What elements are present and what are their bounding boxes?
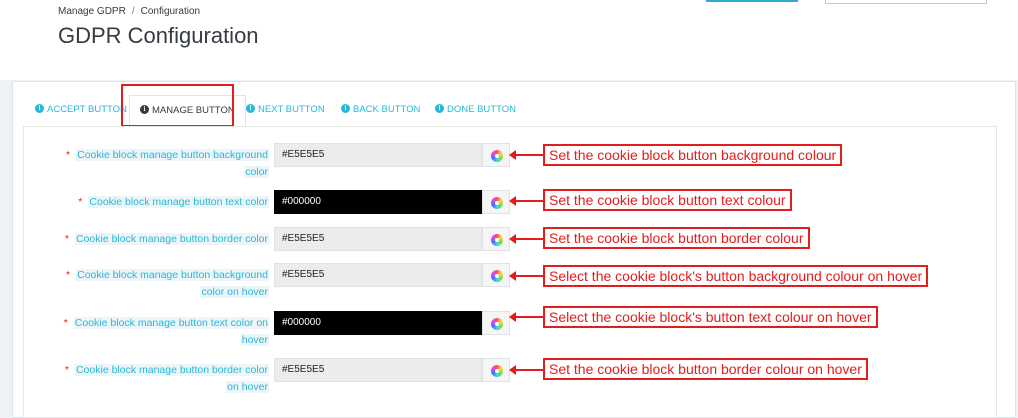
color-wheel-icon <box>491 365 503 377</box>
annotation-box: Select the cookie block's button backgro… <box>543 265 929 287</box>
annotation-box: Select the cookie block's button text co… <box>543 306 878 328</box>
color-wheel-icon <box>491 270 503 282</box>
annotation-arrow <box>509 312 543 322</box>
info-icon: i <box>341 103 350 113</box>
tab-label: DONE BUTTON <box>447 104 516 115</box>
required-marker: * <box>64 233 69 245</box>
breadcrumb-separator: / <box>131 6 135 17</box>
color-picker-button[interactable] <box>482 263 510 287</box>
required-marker: * <box>78 196 83 208</box>
annotation-arrow <box>509 365 543 375</box>
required-marker: * <box>66 149 71 161</box>
field-label-border-color-hover: * Cookie block manage button border color… <box>64 364 269 393</box>
tab-back-button[interactable]: i BACK BUTTON <box>341 97 420 125</box>
tab-next-button[interactable]: i NEXT BUTTON <box>246 97 325 125</box>
field-label-text-color: * Cookie block manage button text color <box>78 196 269 208</box>
background-color-hover-input[interactable]: #E5E5E5 <box>274 263 482 287</box>
tab-label: BACK BUTTON <box>353 104 421 115</box>
border-color-hover-input[interactable]: #E5E5E5 <box>274 358 482 382</box>
text-color-hover-input[interactable]: #000000 <box>274 311 482 335</box>
field-label-background-color-hover: * Cookie block manage button background c… <box>66 269 269 298</box>
required-marker: * <box>66 269 71 281</box>
required-marker: * <box>63 317 68 329</box>
page-title: GDPR Configuration <box>58 23 259 48</box>
tab-done-button[interactable]: i DONE BUTTON <box>435 97 516 125</box>
color-picker-button[interactable] <box>482 190 510 214</box>
color-picker-button[interactable] <box>482 358 510 382</box>
background-color-input[interactable]: #E5E5E5 <box>274 143 482 167</box>
color-picker-button[interactable] <box>482 311 510 335</box>
field-label-text-color-hover: * Cookie block manage button text color o… <box>63 317 269 346</box>
breadcrumb-current: Configuration <box>140 6 201 17</box>
annotation-arrow <box>509 150 543 160</box>
annotation-box: Set the cookie block button border colou… <box>543 227 810 249</box>
color-wheel-icon <box>491 197 503 209</box>
annotation-box: Set the cookie block button background c… <box>543 144 843 166</box>
annotation-arrow <box>509 271 543 281</box>
required-marker: * <box>64 364 69 376</box>
color-wheel-icon <box>491 318 503 330</box>
tab-accept-button[interactable]: i ACCEPT BUTTON <box>35 97 127 125</box>
breadcrumb: Manage GDPR / Configuration <box>58 6 200 17</box>
field-label-background-color: * Cookie block manage button background c… <box>66 149 269 178</box>
color-wheel-icon <box>491 234 503 246</box>
color-picker-button[interactable] <box>482 143 510 167</box>
info-icon: i <box>35 103 44 113</box>
active-tab-highlight <box>121 84 234 127</box>
color-wheel-icon <box>491 150 503 162</box>
breadcrumb-parent[interactable]: Manage GDPR <box>58 6 126 17</box>
info-icon: i <box>246 103 255 113</box>
text-color-input[interactable]: #000000 <box>274 190 482 214</box>
annotation-box: Set the cookie block button text colour <box>543 189 792 211</box>
field-label-border-color: * Cookie block manage button border color <box>64 233 269 245</box>
annotation-arrow <box>509 234 543 244</box>
color-picker-button[interactable] <box>482 227 510 251</box>
tab-label: ACCEPT BUTTON <box>47 104 127 115</box>
tab-label: NEXT BUTTON <box>258 104 325 115</box>
annotation-arrow <box>509 196 543 206</box>
info-icon: i <box>435 103 444 113</box>
top-search-field[interactable] <box>825 0 987 4</box>
annotation-box: Set the cookie block button border colou… <box>543 358 868 380</box>
border-color-input[interactable]: #E5E5E5 <box>274 227 482 251</box>
top-action-button[interactable] <box>706 0 798 2</box>
